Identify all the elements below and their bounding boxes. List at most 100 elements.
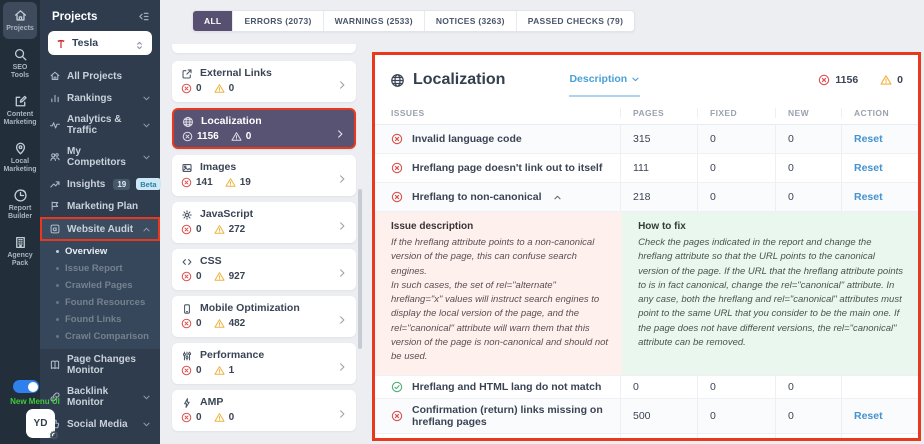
rail-item-projects[interactable]: Projects <box>3 2 37 39</box>
reset-link[interactable]: Reset <box>854 162 883 174</box>
bullet-dot <box>56 250 59 253</box>
sidebar-item-backlink-monitor[interactable]: Backlink Monitor <box>40 381 160 413</box>
description-tab[interactable]: Description <box>569 73 640 97</box>
settings-gear-icon[interactable]: ⚙ <box>49 431 59 442</box>
sidebar-item-marketing-plan[interactable]: Marketing Plan <box>40 195 160 217</box>
category-card-css[interactable]: CSS0927 <box>172 249 356 290</box>
sidebar-item-website-audit[interactable]: Website Audit <box>40 217 160 241</box>
report-icon <box>13 188 28 203</box>
chevron-right-icon <box>337 359 347 369</box>
reset-link[interactable]: Reset <box>854 410 883 422</box>
reset-link[interactable]: Reset <box>854 439 883 441</box>
projects-panel-header: Projects <box>40 0 160 29</box>
table-body: Invalid language code31500ResetHreflang … <box>375 125 918 441</box>
issue-row-hreflang-and-html-lang-do-not-match[interactable]: Hreflang and HTML lang do not match000 <box>375 376 918 399</box>
link-icon <box>49 391 61 403</box>
issue-row-hreflang-to-non-canonical[interactable]: Hreflang to non-canonical21800Reset <box>375 183 918 212</box>
category-card-javascript[interactable]: JavaScript0272 <box>172 202 356 243</box>
sidebar-item-my-competitors[interactable]: My Competitors <box>40 141 160 173</box>
category-warnings-count: 482 <box>229 318 246 329</box>
category-list-scrollbar[interactable] <box>358 189 362 349</box>
app-root: ProjectsSEO ToolsContent MarketingLocal … <box>0 0 924 444</box>
rail-item-local-marketing[interactable]: Local Marketing <box>3 135 37 180</box>
submenu-item-issue-report[interactable]: Issue Report <box>40 260 160 277</box>
issue-details-block: Issue descriptionIf the hreflang attribu… <box>375 212 918 376</box>
detail-panel: Localization Description 1156 <box>372 52 921 441</box>
issue-cell: Hreflang page doesn't link out to itself <box>375 154 620 182</box>
error-icon <box>181 318 192 329</box>
collapse-sidebar-icon[interactable] <box>137 10 150 23</box>
website-audit-submenu: OverviewIssue Report Crawled Pages Found R… <box>40 241 160 349</box>
rail-item-content-marketing[interactable]: Content Marketing <box>3 88 37 133</box>
reset-link[interactable]: Reset <box>854 191 883 203</box>
submenu-item-label: Found Resources <box>65 297 145 308</box>
rail-item-agency-pack[interactable]: Agency Pack <box>3 229 37 274</box>
sidebar-item-label: Website Audit <box>67 224 133 235</box>
new-cell: 0 <box>775 183 841 211</box>
category-card-performance[interactable]: Performance01 <box>172 343 356 384</box>
main-area: ALLERRORS (2073)WARNINGS (2533)NOTICES (… <box>160 0 924 444</box>
error-circle-icon <box>391 191 403 203</box>
issue-cell: Confirmation (return) links missing on h… <box>375 399 620 433</box>
new-cell: 0 <box>775 154 841 182</box>
submenu-item-label: Crawled Pages <box>65 280 133 291</box>
category-card-amp[interactable]: AMP00 <box>172 390 356 431</box>
tab-all[interactable]: ALL <box>193 11 233 31</box>
sidebar-item-insights[interactable]: Insights19Beta <box>40 173 160 195</box>
category-card-localization[interactable]: Localization11560 <box>172 108 356 149</box>
sidebar-item-analytics-traffic[interactable]: Analytics & Traffic <box>40 109 160 141</box>
user-avatar[interactable]: YD ⚙ <box>26 409 55 438</box>
category-card-images[interactable]: Images14119 <box>172 155 356 196</box>
tab-warnings-2533[interactable]: WARNINGS (2533) <box>324 11 425 31</box>
issue-row-multiple-language-codes-for-one-page[interactable]: Multiple language codes for one page400R… <box>375 434 918 441</box>
category-name: Localization <box>201 115 262 127</box>
warning-icon <box>214 271 225 282</box>
projects-panel-title: Projects <box>52 11 97 23</box>
flag-icon <box>49 200 61 212</box>
tab-errors-2073[interactable]: ERRORS (2073) <box>233 11 323 31</box>
submenu-item-found-links[interactable]: Found Links <box>40 311 160 328</box>
category-warnings-count: 0 <box>229 83 235 94</box>
chevron-right-icon <box>337 171 347 181</box>
issue-text: Confirmation (return) links missing on h… <box>412 404 620 428</box>
tab-passed-checks-79[interactable]: PASSED CHECKS (79) <box>517 11 634 31</box>
rail-item-seo-tools[interactable]: SEO Tools <box>3 41 37 86</box>
chevron-right-icon <box>335 126 345 136</box>
code-icon <box>181 255 193 267</box>
category-cards: External Links 0 0 Localization11560 Images1… <box>172 61 356 431</box>
rail-item-label: Content Marketing <box>3 111 36 127</box>
chevron-right-icon <box>337 77 347 87</box>
rail-item-report-builder[interactable]: Report Builder <box>3 182 37 227</box>
tab-notices-3263[interactable]: NOTICES (3263) <box>425 11 517 31</box>
category-warnings: 0 <box>214 412 235 423</box>
issues-table: ISSUES PAGES FIXED NEW ACTION Invalid la… <box>375 102 918 441</box>
category-name: External Links <box>200 67 272 79</box>
sidebar-item-page-changes-monitor[interactable]: Page Changes Monitor <box>40 349 160 381</box>
issue-row-invalid-language-code[interactable]: Invalid language code31500Reset <box>375 125 918 154</box>
submenu-item-overview[interactable]: Overview <box>40 243 160 260</box>
beta-badge: Beta <box>136 178 160 190</box>
category-warnings: 272 <box>214 224 246 235</box>
filter-tabs: ALLERRORS (2073)WARNINGS (2533)NOTICES (… <box>192 10 635 32</box>
category-card-mobile-optimization[interactable]: Mobile Optimization0482 <box>172 296 356 337</box>
reset-link[interactable]: Reset <box>854 133 883 145</box>
sidebar-item-rankings[interactable]: Rankings <box>40 87 160 109</box>
scrolled-card-edge <box>172 44 356 53</box>
detail-counters: 1156 0 <box>818 74 903 86</box>
issue-row-confirmation-return-links-missing-on-hreflang-pages[interactable]: Confirmation (return) links missing on h… <box>375 399 918 434</box>
project-selector[interactable]: Tesla <box>48 31 152 55</box>
sidebar-item-label: All Projects <box>67 71 122 82</box>
new-menu-ui-toggle[interactable] <box>13 380 39 393</box>
category-card-external-links[interactable]: External Links00 <box>172 61 356 102</box>
submenu-item-crawl-comparison[interactable]: Crawl Comparison <box>40 328 160 345</box>
projects-panel: Projects Tesla All Projects RankingsAnaly… <box>40 0 160 444</box>
pages-cell: 218 <box>620 183 697 211</box>
users-icon <box>49 151 61 163</box>
fixed-cell: 0 <box>697 154 775 182</box>
category-warnings: 482 <box>214 318 246 329</box>
issue-row-hreflang-page-doesn-t-link-out-to-itself[interactable]: Hreflang page doesn't link out to itself… <box>375 154 918 183</box>
sidebar-item-all-projects[interactable]: All Projects <box>40 65 160 87</box>
submenu-item-crawled-pages[interactable]: Crawled Pages <box>40 277 160 294</box>
submenu-item-found-resources[interactable]: Found Resources <box>40 294 160 311</box>
category-warnings-count: 272 <box>229 224 246 235</box>
